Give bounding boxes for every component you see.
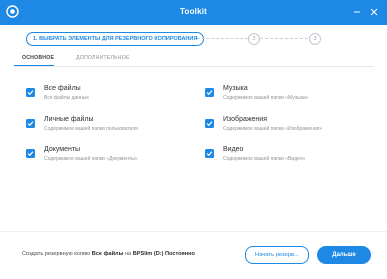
start-backup-button[interactable]: Начать резерв... (245, 246, 309, 264)
checkbox[interactable] (26, 119, 35, 128)
checkmark-icon (206, 90, 213, 96)
option-label: Музыка (223, 85, 248, 92)
option-images[interactable]: Изображения Содержимое вашей папки «Изоб… (205, 116, 365, 136)
option-description: Содержимое вашей папки «Музыка» (223, 95, 309, 101)
step-1-active: 1. ВЫБРАТЬ ЭЛЕМЕНТЫ ДЛЯ РЕЗЕРВНОГО КОПИР… (26, 32, 205, 46)
option-description: Содержимое вашей папки пользователя (44, 126, 138, 132)
option-label: Личные файлы (44, 116, 94, 123)
checkbox[interactable] (205, 119, 214, 128)
next-button[interactable]: Дальше (317, 246, 371, 264)
option-label: Все файлы (44, 85, 81, 92)
option-description: Содержимое вашей папки «Изображения» (223, 126, 323, 132)
summary-mid: на (123, 251, 133, 257)
checkbox[interactable] (205, 149, 214, 158)
option-label: Видео (223, 146, 244, 153)
option-all-files[interactable]: Все файлы Все файлы данных (26, 85, 186, 105)
option-description: Содержимое вашей папки «Документы» (44, 156, 138, 162)
checkbox[interactable] (26, 88, 35, 97)
divider (14, 66, 374, 67)
summary-what: Все файлы (91, 251, 124, 257)
option-personal-files[interactable]: Личные файлы Содержимое вашей папки поль… (26, 116, 186, 136)
checkmark-icon (27, 151, 34, 157)
option-description: Все файлы данных (44, 95, 89, 101)
checkmark-icon (206, 121, 213, 127)
backup-summary: Создать резервную копию Все файлы на BPS… (22, 251, 195, 257)
title-bar: Toolkit (0, 0, 387, 25)
option-label: Изображения (223, 116, 267, 123)
checkbox[interactable] (26, 149, 35, 158)
close-icon[interactable] (368, 6, 380, 18)
checkbox[interactable] (205, 88, 214, 97)
step-connector (197, 38, 248, 39)
footer-divider (0, 231, 387, 232)
step-3: 3 (309, 33, 321, 45)
option-video[interactable]: Видео Содержимое вашей папки «Видео» (205, 146, 365, 166)
option-description: Содержимое вашей папки «Видео» (223, 156, 306, 162)
option-documents[interactable]: Документы Содержимое вашей папки «Докуме… (26, 146, 186, 166)
tab-bar: ОСНОВНОЕ ДОПОЛНИТЕЛЬНОЕ (0, 53, 387, 67)
summary-target: BPSlim (D:) Постоянно (132, 251, 195, 257)
tab-advanced[interactable]: ДОПОЛНИТЕЛЬНОЕ (76, 55, 130, 61)
step-connector (260, 38, 308, 39)
checkmark-icon (27, 121, 34, 127)
option-music[interactable]: Музыка Содержимое вашей папки «Музыка» (205, 85, 365, 105)
checkmark-icon (206, 151, 213, 157)
summary-prefix: Создать резервную копию (22, 251, 92, 257)
window-title: Toolkit (179, 7, 208, 16)
step-2: 2 (248, 33, 260, 45)
minimize-icon[interactable] (351, 6, 363, 18)
option-label: Документы (44, 146, 81, 153)
tab-basic[interactable]: ОСНОВНОЕ (22, 55, 54, 61)
checkmark-icon (27, 90, 34, 96)
step-indicator: 1. ВЫБРАТЬ ЭЛЕМЕНТЫ ДЛЯ РЕЗЕРВНОГО КОПИР… (0, 32, 387, 48)
